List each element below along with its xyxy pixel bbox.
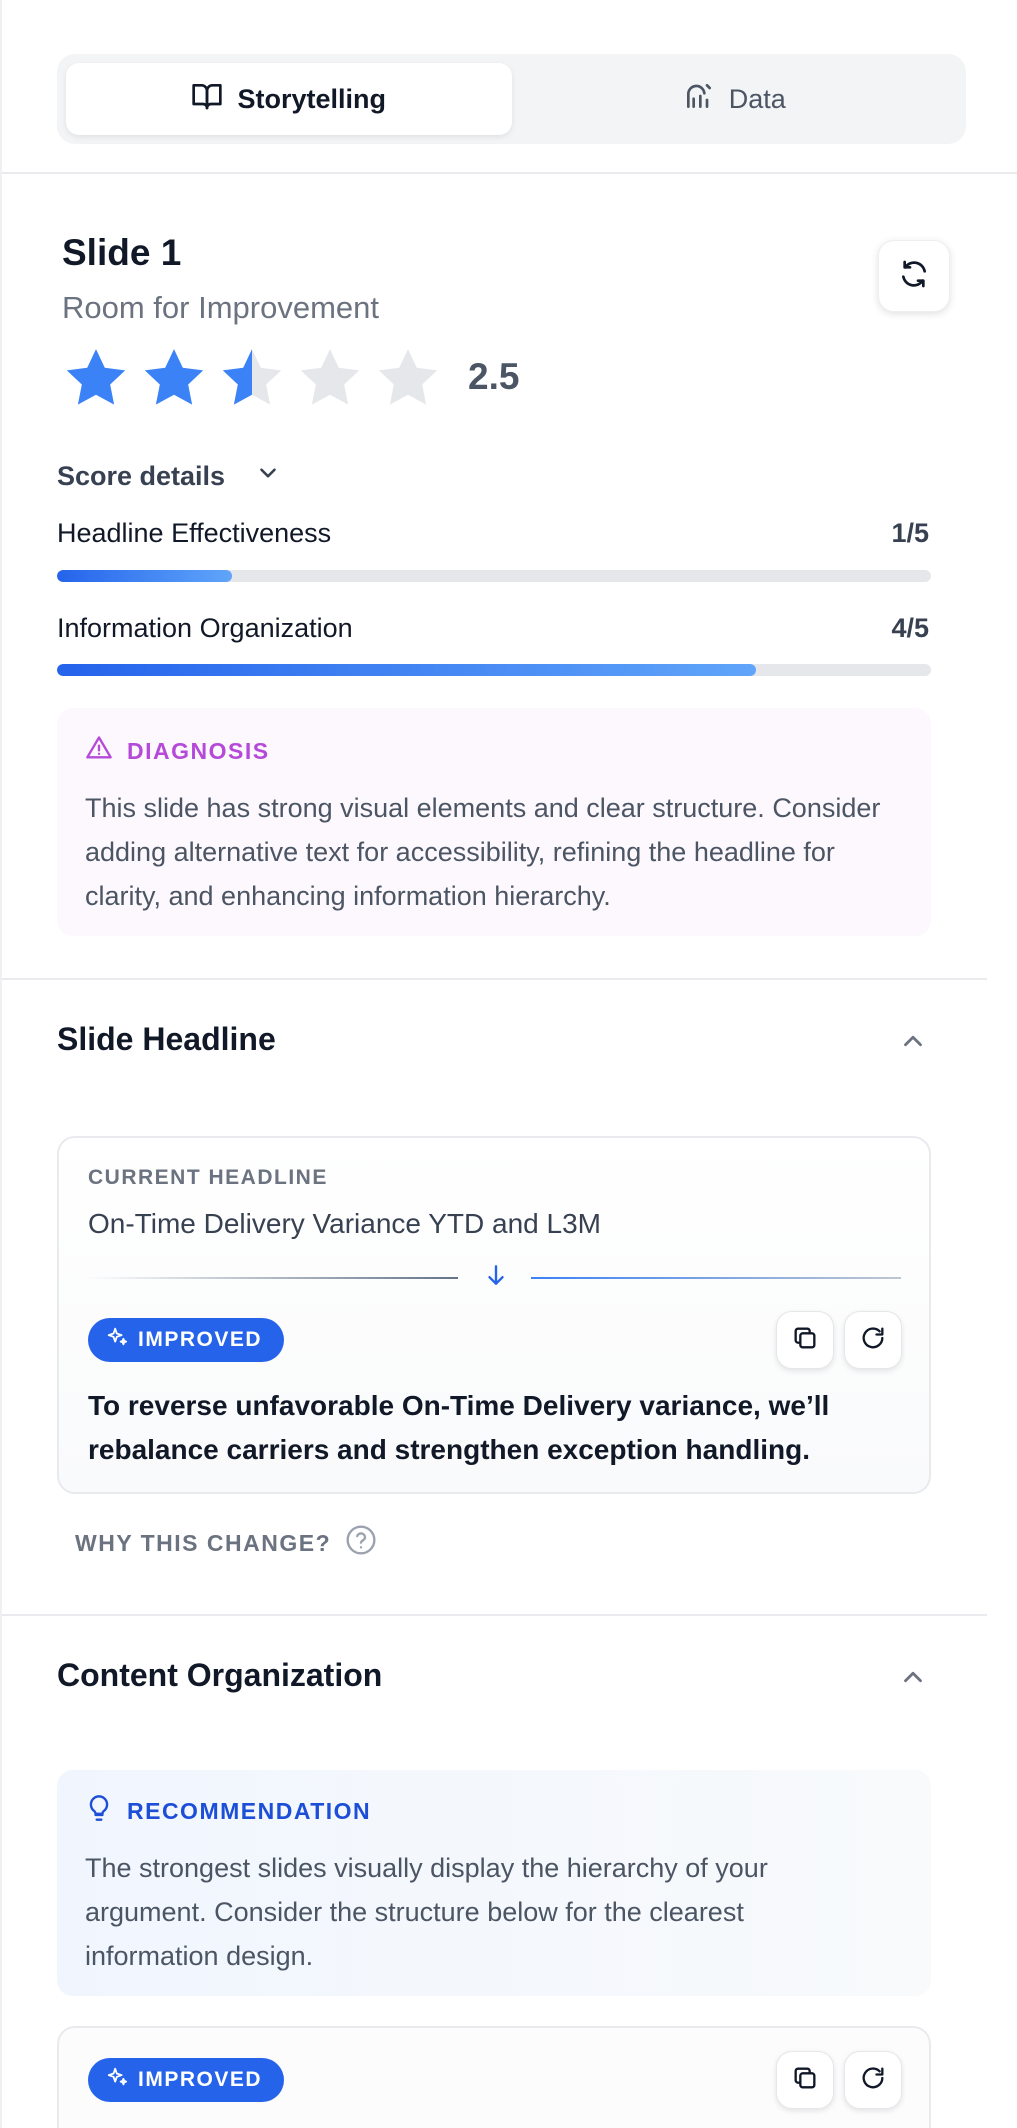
why-label: WHY THIS CHANGE? bbox=[75, 1529, 332, 1556]
content-structure-card: IMPROVED bbox=[57, 2026, 931, 2128]
divider bbox=[2, 1614, 987, 1616]
recommendation-header: RECOMMENDATION bbox=[85, 1794, 903, 1828]
tab-storytelling[interactable]: Storytelling bbox=[66, 63, 512, 135]
improved-badge-label: IMPROVED bbox=[138, 1328, 263, 1351]
arrow-down-icon bbox=[488, 1265, 504, 1285]
metric-score: 4/5 bbox=[891, 613, 929, 643]
score-details-toggle[interactable]: Score details bbox=[57, 460, 281, 493]
recommendation-text: The strongest slides visually display th… bbox=[85, 1853, 768, 1971]
chevron-down-icon bbox=[255, 460, 281, 493]
section-title-headline: Slide Headline bbox=[57, 1021, 276, 1057]
warning-icon bbox=[85, 734, 113, 768]
divider bbox=[2, 172, 1017, 174]
current-headline-text: On-Time Delivery Variance YTD and L3M bbox=[88, 1208, 601, 1239]
improved-badge-label: IMPROVED bbox=[138, 2068, 263, 2091]
current-headline-label: CURRENT HEADLINE bbox=[88, 1166, 328, 1189]
divider bbox=[531, 1277, 901, 1279]
panel: Storytelling Data Slide 1 Room for Impro… bbox=[0, 0, 1017, 2128]
chart-icon bbox=[683, 80, 715, 119]
diagnosis-header: DIAGNOSIS bbox=[85, 734, 903, 768]
divider bbox=[2, 978, 987, 980]
sparkle-icon bbox=[106, 2066, 128, 2094]
chevron-up-icon[interactable] bbox=[898, 1026, 928, 1056]
chevron-up-icon[interactable] bbox=[898, 1662, 928, 1692]
metric-progress-bar bbox=[57, 664, 931, 676]
slide-title: Slide 1 bbox=[62, 232, 182, 273]
section-title-content: Content Organization bbox=[57, 1657, 383, 1693]
copy-button[interactable] bbox=[776, 1311, 834, 1369]
regenerate-button[interactable] bbox=[844, 2051, 902, 2109]
lightbulb-icon bbox=[85, 1794, 113, 1828]
sync-icon bbox=[898, 258, 930, 295]
diagnosis-label: DIAGNOSIS bbox=[127, 737, 270, 764]
score-details-label: Score details bbox=[57, 461, 226, 491]
tab-data[interactable]: Data bbox=[512, 63, 958, 135]
rating-value: 2.5 bbox=[468, 356, 520, 397]
star-rating bbox=[62, 344, 442, 412]
help-circle-icon bbox=[345, 1524, 377, 1562]
metric-score: 1/5 bbox=[891, 518, 929, 548]
regenerate-button[interactable] bbox=[844, 1311, 902, 1369]
tab-storytelling-label: Storytelling bbox=[237, 83, 386, 114]
copy-icon bbox=[791, 1324, 819, 1357]
recommendation-panel: RECOMMENDATION The strongest slides visu… bbox=[57, 1770, 931, 1996]
metric-progress-bar bbox=[57, 570, 931, 582]
improved-headline-text: To reverse unfavorable On-Time Delivery … bbox=[88, 1390, 830, 1465]
star-empty-icon bbox=[300, 349, 360, 405]
refresh-icon bbox=[859, 2064, 887, 2097]
recommendation-label: RECOMMENDATION bbox=[127, 1797, 372, 1824]
diagnosis-text: This slide has strong visual elements an… bbox=[85, 793, 881, 911]
improved-badge: IMPROVED bbox=[88, 2058, 285, 2102]
copy-button[interactable] bbox=[776, 2051, 834, 2109]
star-half-icon bbox=[222, 349, 282, 405]
divider bbox=[88, 1277, 458, 1279]
star-icon bbox=[144, 349, 204, 405]
star-empty-icon bbox=[378, 349, 438, 405]
sparkle-icon bbox=[106, 1326, 128, 1354]
improved-badge: IMPROVED bbox=[88, 1318, 285, 1362]
book-open-icon bbox=[191, 80, 223, 119]
refresh-icon bbox=[859, 1324, 887, 1357]
why-this-change-link[interactable]: WHY THIS CHANGE? bbox=[75, 1524, 377, 1562]
tab-data-label: Data bbox=[728, 83, 786, 114]
metric-progress-fill bbox=[57, 664, 757, 676]
metric-label: Information Organization bbox=[57, 613, 353, 643]
metric-progress-fill bbox=[57, 570, 232, 582]
slide-verdict: Room for Improvement bbox=[62, 290, 379, 325]
headline-card: CURRENT HEADLINE On-Time Delivery Varian… bbox=[57, 1136, 931, 1494]
star-icon bbox=[66, 349, 126, 405]
copy-icon bbox=[791, 2064, 819, 2097]
diagnosis-panel: DIAGNOSIS This slide has strong visual e… bbox=[57, 708, 931, 936]
view-tabs: Storytelling Data bbox=[57, 54, 966, 144]
metric-label: Headline Effectiveness bbox=[57, 518, 332, 548]
refresh-analysis-button[interactable] bbox=[878, 240, 950, 312]
